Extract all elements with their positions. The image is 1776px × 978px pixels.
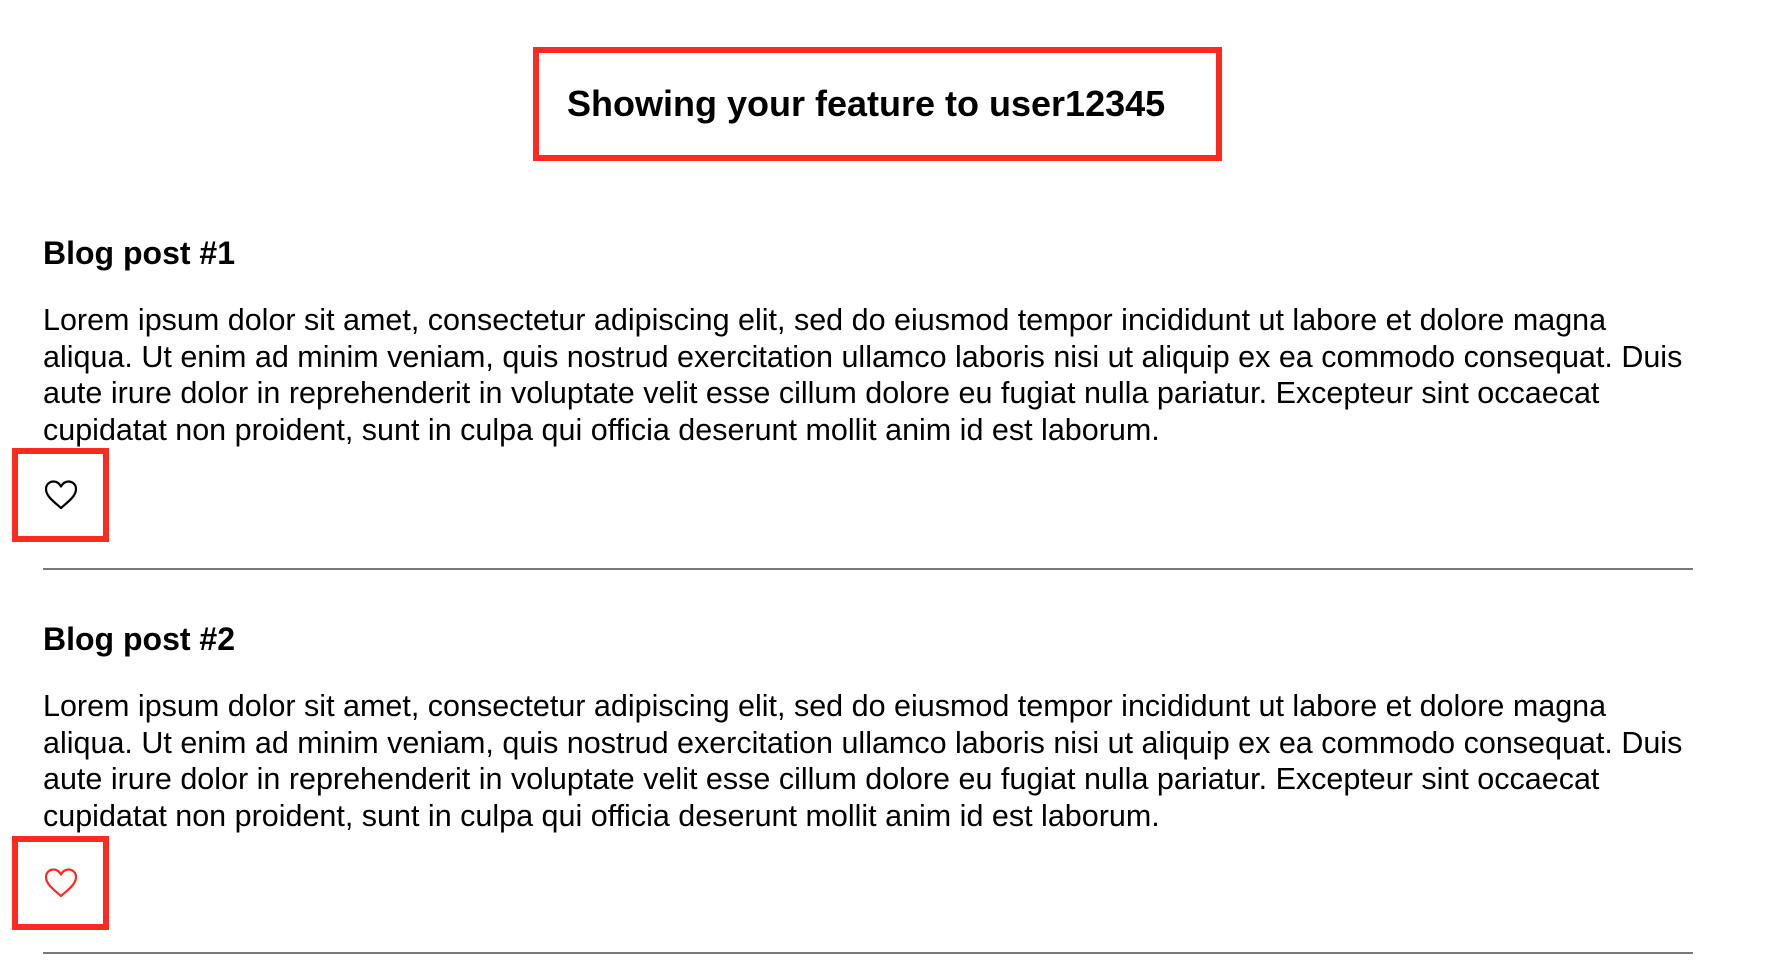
heart-icon	[44, 868, 77, 898]
post-divider	[43, 952, 1693, 954]
heart-icon-path	[44, 480, 77, 510]
post-divider	[43, 568, 1693, 570]
post-body: Lorem ipsum dolor sit amet, consectetur …	[43, 303, 1683, 447]
like-button-post-2[interactable]	[12, 836, 109, 930]
like-button-post-1[interactable]	[12, 448, 109, 542]
heart-icon	[44, 480, 77, 510]
feature-banner: Showing your feature to user12345	[533, 47, 1222, 161]
post-title: Blog post #1	[43, 235, 236, 271]
blog-post-2: Blog post #2 Lorem ipsum dolor sit amet,…	[43, 620, 1693, 834]
feature-banner-text: Showing your feature to user12345	[567, 83, 1166, 124]
post-body: Lorem ipsum dolor sit amet, consectetur …	[43, 689, 1683, 833]
blog-post-1: Blog post #1 Lorem ipsum dolor sit amet,…	[43, 234, 1693, 448]
post-title: Blog post #2	[43, 621, 236, 657]
heart-icon-path	[44, 868, 77, 898]
